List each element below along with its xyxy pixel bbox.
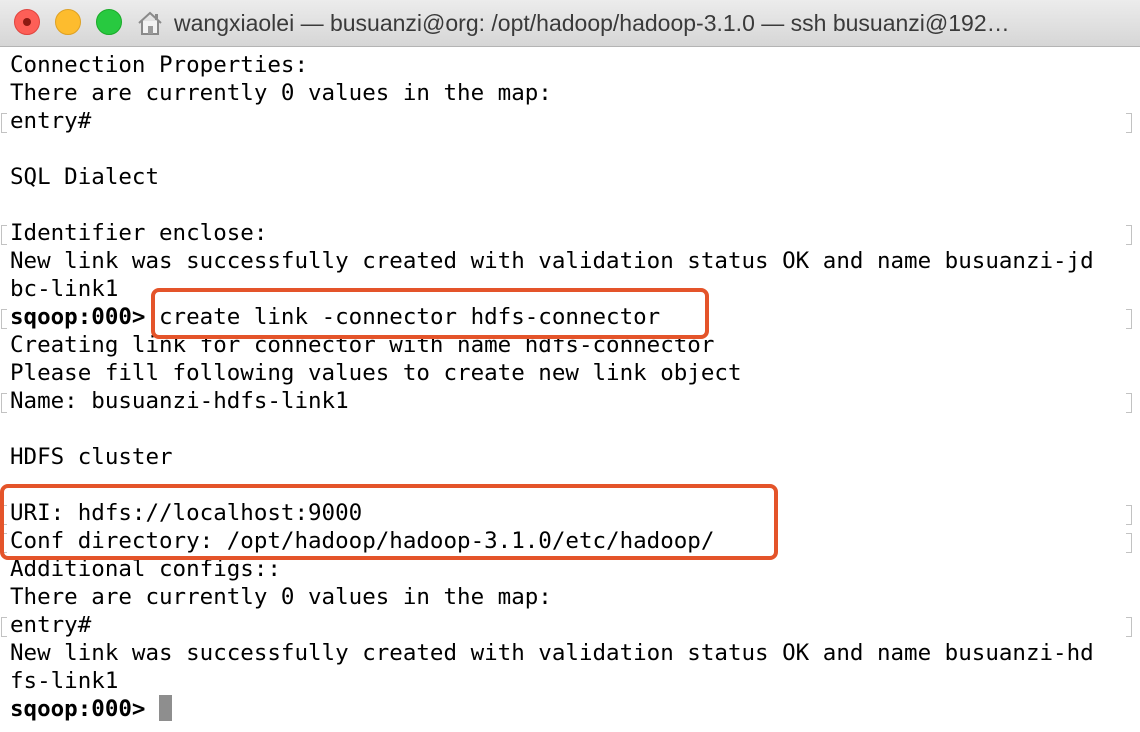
input-line-marker [1126,393,1132,413]
input-line-marker [1,393,7,413]
terminal-line: Connection Properties: [10,52,309,78]
input-line-marker [1,617,7,637]
home-icon [138,11,162,35]
input-line-marker [1126,617,1132,637]
text-cursor [159,695,173,721]
terminal-line: Identifier enclose: [10,220,268,246]
command-highlight-box [151,288,709,339]
terminal-line: entry# [10,108,92,134]
input-line-marker [1126,505,1132,525]
zoom-window-button[interactable] [96,9,122,35]
hdfs-config-highlight-box [0,484,778,560]
close-window-button[interactable] [14,9,40,35]
title-bar[interactable]: wangxiaolei — busuanzi@org: /opt/hadoop/… [0,0,1140,47]
input-line-marker [1126,113,1132,133]
terminal-line: Please fill following values to create n… [10,360,742,386]
terminal-line: New link was successfully created with v… [10,640,1094,666]
terminal-output[interactable]: Connection Properties: There are current… [0,47,1140,732]
shell-prompt: sqoop:000> [10,696,146,722]
shell-prompt: sqoop:000> [10,304,146,330]
input-line-marker [1126,225,1132,245]
input-line-marker [1126,309,1132,329]
terminal-line: New link was successfully created with v… [10,248,1094,274]
terminal-window: wangxiaolei — busuanzi@org: /opt/hadoop/… [0,0,1140,732]
input-line-marker [1,309,7,329]
terminal-line: SQL Dialect [10,164,160,190]
terminal-line: HDFS cluster [10,444,173,470]
minimize-window-button[interactable] [55,9,81,35]
terminal-line: fs-link1 [10,668,119,694]
terminal-line: There are currently 0 values in the map: [10,80,552,106]
input-line-marker [1126,533,1132,553]
window-title: wangxiaolei — busuanzi@org: /opt/hadoop/… [174,10,1010,36]
prompt-line: sqoop:000> [10,695,1130,723]
terminal-line: Name: busuanzi-hdfs-link1 [10,388,349,414]
terminal-line: entry# [10,612,92,638]
terminal-line: There are currently 0 values in the map: [10,584,552,610]
input-line-marker [1,113,7,133]
input-line-marker [1,225,7,245]
